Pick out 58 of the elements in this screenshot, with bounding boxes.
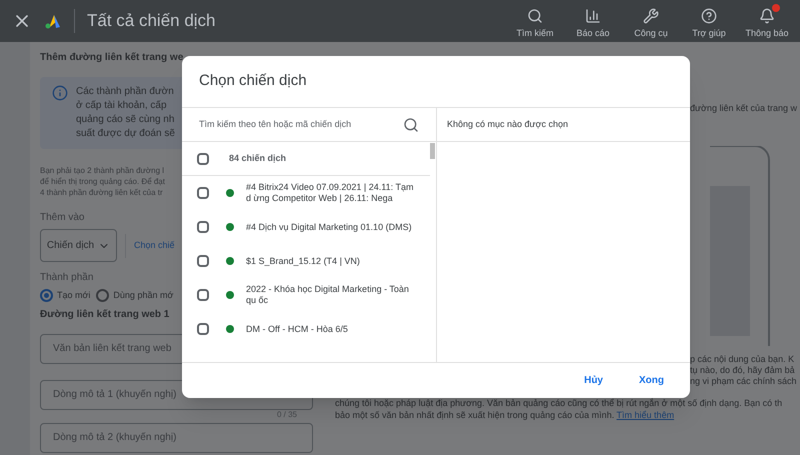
wrench-icon	[643, 8, 659, 24]
page-title: Tất cả chiến dịch	[87, 10, 216, 32]
bar-chart-icon	[585, 8, 601, 24]
campaign-name: DM - Off - HCM - Hòa 6/5	[246, 324, 349, 334]
preview-text: ng vi phạm các chính sách	[690, 376, 798, 386]
text-field[interactable]: Dòng mô tả 1 (khuyến nghị)	[40, 380, 313, 410]
campaign-row[interactable]: #4 Bitrix24 Video 07.09.2021 | 24.11: Tạm d ừng Competitor Web | 26.11: Nega	[182, 176, 430, 210]
campaign-row[interactable]: 2022 - Khóa học Digital Marketing - Toàn qu ốc	[182, 278, 430, 312]
checkbox[interactable]	[197, 323, 209, 335]
campaign-row[interactable]: $1 S_Brand_15.12 (T4 | VN)	[182, 244, 430, 278]
policy-text: bảo một số văn bản nhất định sẽ xuất hiện trong quảng cáo của mình. Tìm hiểu thêm	[335, 408, 676, 420]
campaign-dropdown[interactable]: Chiến dịch	[40, 229, 117, 262]
checkbox[interactable]	[197, 152, 209, 164]
checkbox[interactable]	[197, 289, 209, 301]
bell-icon	[759, 8, 775, 24]
campaign-name: #4 Bitrix24 Video 07.09.2021 | 24.11: Tạm d ừng Competitor Web | 26.11: Nega	[246, 182, 414, 204]
campaign-count: 84 chiến dịch	[229, 152, 286, 165]
campaign-row[interactable]: #4 Dịch vụ Digital Marketing 01.10 (DMS)	[182, 210, 430, 244]
header-action[interactable]: Báo cáo	[572, 8, 614, 38]
text-field[interactable]: Dòng mô tả 2 (khuyến nghị)	[40, 422, 313, 452]
info-text: ở cấp tài khoản, cấp	[76, 99, 168, 113]
campaign-name: #4 Dịch vụ Digital Marketing 01.10 (DMS)	[246, 222, 413, 232]
selection-status: Không có mục nào được chọn	[437, 108, 690, 142]
help-icon	[701, 8, 717, 24]
note-text: 4 thành phần đường liên kết của tr	[40, 187, 163, 198]
note-text: Bạn phải tạo 2 thành phần đường l	[40, 165, 164, 176]
header-action[interactable]: Thông báo	[746, 8, 788, 38]
policy-text: chúng tôi hoặc pháp luật địa phương. Văn bản quảng cáo cũng có thể bị rút ngắn ở một số định dạng. Bạn có th	[335, 396, 784, 408]
header-action[interactable]: Công cụ	[630, 8, 672, 38]
preview-heading: đường liên kết của trang w	[689, 102, 798, 115]
preview-text: tụ nào, do đó, hãy đảm bả	[690, 364, 796, 376]
scrollbar-thumb[interactable]	[430, 143, 435, 159]
dialog-title: Chọn chiến dịch	[198, 71, 308, 92]
radio-option[interactable]: Tạo mới	[40, 289, 90, 302]
logo-icon	[44, 13, 62, 29]
checkbox[interactable]	[197, 255, 209, 267]
search-icon[interactable]	[403, 116, 419, 132]
info-text: suất được dự đoán sẽ	[76, 127, 175, 141]
radio-option[interactable]: Dùng phần mớ	[96, 289, 174, 302]
header-action[interactable]: Trợ giúp	[688, 8, 730, 38]
search-icon	[527, 8, 543, 24]
checkbox[interactable]	[197, 187, 209, 199]
info-icon	[52, 85, 68, 101]
info-text: Các thành phần đườn	[76, 85, 175, 99]
search-field[interactable]: Tìm kiếm theo tên hoặc mã chiến dịch	[199, 118, 403, 132]
preview-text: p các nội dung của bạn. K	[690, 354, 796, 364]
dialog-button[interactable]: Xong	[631, 369, 672, 392]
section-title: Thêm đường liên kết trang we	[40, 51, 184, 65]
checkbox[interactable]	[197, 221, 209, 233]
campaign-name: $1 S_Brand_15.12 (T4 | VN)	[246, 256, 361, 266]
field-label: Thành phần	[40, 271, 94, 285]
info-text: quảng cáo sẽ cùng nh	[76, 113, 175, 127]
campaign-name: 2022 - Khóa học Digital Marketing - Toàn qu ốc	[246, 284, 410, 306]
link-title: Đường liên kết trang web 1	[40, 308, 170, 322]
field-label: Thêm vào	[40, 211, 84, 225]
note-text: để hiển thị trong quảng cáo. Để đạt	[40, 176, 165, 187]
header-action[interactable]: Tìm kiếm	[514, 8, 556, 38]
dialog-button[interactable]: Hủy	[576, 369, 611, 392]
